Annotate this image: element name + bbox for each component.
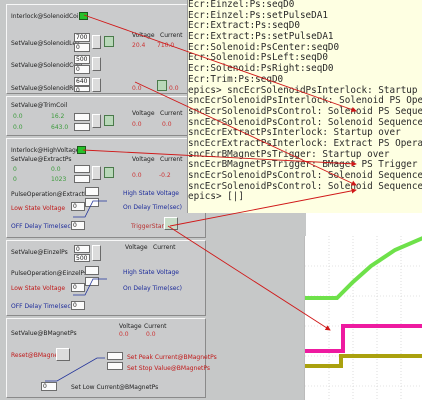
- bmagnet-voltage-readback: 0.0: [119, 331, 129, 338]
- einzel-current-header: Current: [153, 244, 176, 251]
- einzel-off-delay-label: OFF Delay Time(sec): [11, 303, 74, 310]
- extract-trigger-start-button[interactable]: [164, 217, 178, 230]
- extract-current-readback: -0.2: [159, 172, 171, 179]
- einzel-off-delay-input[interactable]: 0: [71, 301, 85, 310]
- extract-trigger-label: TriggerStart: [131, 223, 167, 230]
- oscilloscope-traces: [305, 236, 422, 400]
- trace-magenta: [305, 324, 422, 353]
- solenoid-interlock-toggle[interactable]: [79, 12, 88, 20]
- solenoid-cent-voltage-input[interactable]: 500: [74, 55, 90, 64]
- extract-current-max: 1023: [51, 176, 67, 183]
- extract-current-min: 0: [13, 176, 17, 183]
- einzel-set-button[interactable]: [92, 245, 101, 261]
- solenoid-left-voltage-input[interactable]: 700: [74, 33, 90, 42]
- extract-low-label: Low State Voltage: [11, 205, 66, 212]
- terminal-line: sncEcrSolenoidPsControl: Solenoid PS Seq…: [188, 105, 422, 117]
- trim-voltage-input[interactable]: [74, 113, 90, 121]
- bmagnet-voltage-header: Voltage: [119, 323, 142, 330]
- trim-status-indicator: [104, 115, 114, 126]
- solenoid-right-set-button[interactable]: [92, 78, 101, 92]
- solenoid-cent-current-input[interactable]: 0: [74, 65, 90, 74]
- solenoid-voltage-header: Voltage: [132, 32, 155, 39]
- solenoid-left-label: SetValue@SolenoidLeft: [11, 40, 81, 47]
- trace-green: [305, 236, 422, 300]
- extract-off-delay-input[interactable]: 0: [71, 221, 85, 230]
- oscilloscope-display: [304, 236, 422, 400]
- trim-voltage-readback: 0.0: [132, 121, 142, 128]
- solenoid-left-voltage-readback: 20.4: [132, 42, 146, 49]
- solenoid-left-status-indicator: [104, 36, 114, 47]
- bmagnet-waveform-icon: [45, 357, 105, 382]
- bmagnet-current-header: Current: [144, 323, 167, 330]
- extract-interlock-label: Interlock@HighVoltage: [11, 147, 80, 154]
- extract-on-delay-label: On Delay Time(sec): [123, 204, 183, 211]
- trim-voltage-header: Voltage: [132, 110, 155, 117]
- terminal-console[interactable]: Ecr:Einzel:Ps:seqD0 Ecr:Einzel:Ps:setPul…: [187, 0, 422, 213]
- extract-voltage-readback: 0.0: [132, 172, 142, 179]
- terminal-prompt[interactable]: epics> [|]: [188, 192, 422, 203]
- trim-coil-label: SetValue@TrimCoil: [11, 102, 68, 109]
- extract-current-input[interactable]: [74, 175, 90, 183]
- oscilloscope-grid: [305, 236, 422, 400]
- bmagnet-ps-panel: SetValue@BMagnetPs Voltage Current 0.0 0…: [6, 318, 217, 398]
- solenoid-left-current-input[interactable]: 0: [74, 43, 90, 52]
- einzel-ps-panel: SetValue@EinzelPs Voltage Current 0 500 …: [6, 240, 206, 316]
- extract-ps-panel: Interlock@HighVoltage SetValue@ExtractPs…: [6, 138, 206, 238]
- bmagnet-low-label: Set Low Current@BMagnetPs: [71, 384, 159, 391]
- bmagnet-current-readback: 0.0: [146, 331, 156, 338]
- extract-set-button[interactable]: [92, 166, 101, 180]
- extract-interlock-toggle[interactable]: [77, 146, 86, 154]
- trim-voltage-min: 0.0: [13, 113, 23, 120]
- solenoid-right-current-readback: 0.0: [169, 85, 179, 92]
- solenoid-cent-label: SetValue@SolenoidCent: [11, 62, 84, 69]
- einzel-high-label: High State Voltage: [123, 269, 179, 276]
- solenoid-interlock-label: Interlock@SolenoidCoil: [11, 13, 81, 20]
- trace-olive: [305, 354, 422, 368]
- einzel-current-input[interactable]: 500: [74, 254, 90, 262]
- extract-high-label: High State Voltage: [123, 190, 179, 197]
- extract-current-header: Current: [160, 156, 183, 163]
- solenoid-left-current-readback: 710.0: [157, 42, 175, 49]
- trim-coil-panel: SetValue@TrimCoil Voltage Current 0.0 16…: [6, 96, 206, 136]
- einzel-voltage-header: Voltage: [125, 244, 148, 251]
- solenoid-right-current-input[interactable]: 0: [74, 86, 90, 94]
- einzel-low-label: Low State Voltage: [11, 285, 66, 292]
- einzel-pulse-shape-icon: [73, 278, 107, 296]
- einzel-voltage-input[interactable]: 0: [74, 245, 90, 253]
- trim-current-input[interactable]: [74, 123, 90, 131]
- trim-current-max: 643.0: [51, 124, 69, 131]
- trim-current-header: Current: [160, 110, 183, 117]
- einzel-set-label: SetValue@EinzelPs: [11, 249, 68, 256]
- extract-pulse-shape-icon: [73, 200, 107, 218]
- extract-voltage-input[interactable]: [74, 165, 90, 173]
- extract-voltage-min: 0: [13, 166, 17, 173]
- solenoid-panel: Interlock@SolenoidCoil Voltage Current S…: [6, 4, 206, 94]
- extract-voltage-max: 0.0: [51, 166, 61, 173]
- bmagnet-stop-label: Set Stop Value@BMagnetPs: [127, 365, 211, 372]
- terminal-line: Ecr:Trim:Ps:seqD0: [188, 73, 284, 85]
- einzel-on-delay-label: On Delay Time(sec): [123, 285, 183, 292]
- solenoid-right-voltage-readback: 0.0: [132, 85, 142, 92]
- trim-current-readback: 0.0: [162, 121, 172, 128]
- solenoid-current-header: Current: [160, 32, 183, 39]
- solenoid-left-set-button[interactable]: [92, 35, 101, 49]
- bmagnet-set-label: SetValue@BMagnetPs: [11, 330, 77, 337]
- solenoid-right-status-indicator: [157, 80, 167, 91]
- bmagnet-peak-label: Set Peak Current@BMagnetPs: [127, 354, 217, 361]
- extract-status-indicator: [104, 167, 114, 178]
- extract-voltage-header: Voltage: [132, 156, 155, 163]
- trim-current-min: 0.0: [13, 124, 23, 131]
- solenoid-cent-set-button[interactable]: [92, 57, 101, 71]
- trim-voltage-max: 16.2: [51, 113, 65, 120]
- trim-set-button[interactable]: [92, 114, 101, 128]
- einzel-high-voltage-input[interactable]: [85, 266, 99, 275]
- extract-set-label: SetValue@ExtractPs: [11, 156, 72, 163]
- extract-off-delay-label: OFF Delay Time(sec): [11, 223, 74, 230]
- solenoid-right-voltage-input[interactable]: 640: [74, 77, 90, 86]
